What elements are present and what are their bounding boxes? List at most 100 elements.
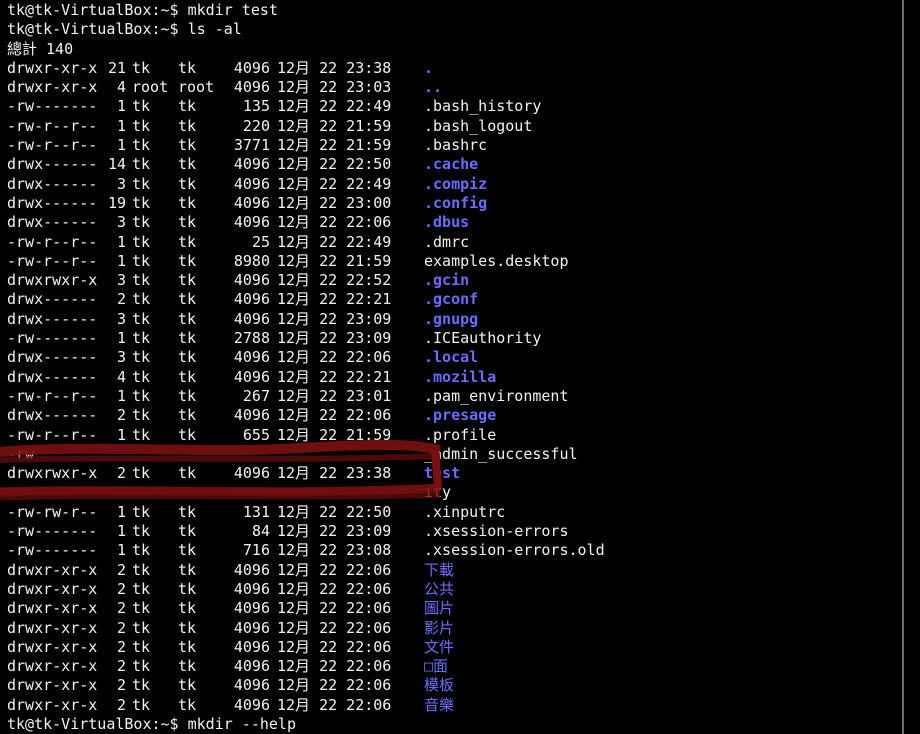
entry-size: 84 — [251, 522, 270, 541]
entry-group: tk — [178, 174, 197, 193]
entry-links: 1 — [116, 97, 126, 116]
entry-owner: tk — [132, 599, 151, 618]
listing-row: -rw-r--r-- 1 tk tk 3771 12月 22 21:59 .bashrc — [7, 136, 902, 155]
entry-date: 12月 22 22:06 — [277, 348, 392, 367]
entry-group: tk — [178, 348, 197, 367]
entry-group: tk — [178, 618, 197, 637]
listing-row: drwxr-xr-x 4 root root 4096 12月 22 23:03.. — [7, 78, 902, 97]
entry-name: 文件 — [424, 637, 455, 656]
command-line[interactable]: tk@tk-VirtualBox:~$ mkdir --help — [7, 715, 902, 734]
entry-owner: tk — [132, 541, 151, 560]
entry-date — [270, 483, 417, 502]
entry-links: 1 — [116, 502, 126, 521]
entry-owner: tk — [132, 213, 151, 232]
entry-links: 2 — [116, 560, 126, 579]
terminal-window[interactable]: tk@tk-VirtualBox:~$ mkdir test tk@tk-Vir… — [0, 0, 904, 734]
entry-perms: -rw------- — [7, 97, 98, 116]
entry-perms: drwx------ — [7, 406, 98, 425]
entry-group: tk — [178, 193, 197, 212]
command-text: mkdir test — [187, 1, 278, 19]
entry-date: 12月 22 22:06 — [277, 213, 392, 232]
entry-size: 655 — [242, 425, 270, 444]
listing-row: -rw------- 1 tk tk 84 12月 22 23:09 .xsession-e… — [7, 522, 902, 541]
entry-size: 4096 — [233, 78, 270, 97]
entry-perms: drwxr-xr-x — [7, 695, 98, 714]
entry-owner: tk — [132, 97, 151, 116]
entry-size: 4096 — [233, 155, 270, 174]
entry-name: .xinputrc — [424, 502, 506, 521]
entry-owner: tk — [132, 193, 151, 212]
entry-group: tk — [178, 290, 197, 309]
entry-links: 2 — [116, 637, 126, 656]
entry-size: 4096 — [233, 348, 270, 367]
entry-group: root — [178, 78, 215, 97]
entry-perms: drwxr-xr-x — [7, 560, 98, 579]
entry-owner: tk — [132, 348, 151, 367]
entry-size: 4096 — [233, 58, 270, 77]
entry-date: 12月 22 23:00 — [277, 193, 392, 212]
entry-name: .gnupg — [424, 309, 479, 328]
entry-perms: drwx------ — [7, 193, 98, 212]
entry-size — [224, 483, 270, 502]
entry-size: 4096 — [233, 657, 270, 676]
listing-row: drwx------ 3 tk tk 4096 12月 22 22:49 .compiz — [7, 175, 902, 194]
entry-size: 4096 — [233, 367, 270, 386]
entry-name: .gconf — [424, 290, 479, 309]
entry-group: tk — [178, 579, 197, 598]
entry-date: 12月 22 22:06 — [277, 657, 392, 676]
entry-links: 21 — [107, 58, 126, 77]
entry-name: .presage — [424, 406, 497, 425]
entry-group — [178, 445, 224, 464]
entry-links: 3 — [116, 213, 126, 232]
entry-date: 12月 22 22:06 — [277, 560, 392, 579]
entry-group: tk — [178, 695, 197, 714]
entry-owner: tk — [132, 579, 151, 598]
entry-owner — [126, 445, 178, 464]
entry-links: 4 — [116, 367, 126, 386]
listing-row: drwxr-xr-x 2 tk tk 4096 12月 22 22:06 圖片 — [7, 599, 902, 618]
prompt: tk@tk-VirtualBox:~$ — [7, 20, 179, 39]
entry-size: 4096 — [233, 599, 270, 618]
entry-name: . — [424, 58, 434, 77]
listing-row: -rw-r--r-- 1 tk tk 267 12月 22 23:01 .pam_envir… — [7, 387, 902, 406]
listing-row: drwxr-xr-x 21 tk tk 4096 12月 22 23:38. — [7, 59, 902, 78]
entry-perms: drwxr-xr-x — [7, 657, 98, 676]
listing-row: -rw _admin_successful — [7, 445, 902, 464]
entry-owner: tk — [132, 116, 151, 135]
entry-owner — [126, 483, 178, 502]
entry-owner: tk — [132, 329, 151, 348]
entry-size: 220 — [242, 116, 270, 135]
entry-links: 2 — [116, 676, 126, 695]
directory-listing: drwxr-xr-x 21 tk tk 4096 12月 22 23:38. drwxr-x… — [7, 59, 902, 715]
entry-name: _admin_successful — [424, 444, 578, 463]
listing-row: -rw-r--r-- 1 tk tk 655 12月 22 21:59 .profile — [7, 426, 902, 445]
entry-owner: tk — [132, 174, 151, 193]
entry-perms: drwxr-xr-x — [7, 599, 98, 618]
entry-group: tk — [178, 425, 197, 444]
entry-date: 12月 22 22:21 — [277, 367, 392, 386]
entry-size: 2788 — [233, 329, 270, 348]
entry-date: 12月 22 21:59 — [277, 425, 392, 444]
entry-group: tk — [178, 386, 197, 405]
command-text[interactable]: mkdir --help — [188, 715, 296, 734]
listing-row: drwx------ 2 tk tk 4096 12月 22 22:06 .presage — [7, 406, 902, 425]
entry-links: 1 — [116, 541, 126, 560]
entry-perms: drwxr-xr-x — [7, 58, 98, 77]
entry-perms: drwx------ — [7, 155, 98, 174]
entry-links: 1 — [116, 329, 126, 348]
entry-size: 4096 — [233, 695, 270, 714]
listing-row: drwx------ 3 tk tk 4096 12月 22 23:09 .gnupg — [7, 310, 902, 329]
entry-perms: drwx------ — [7, 348, 98, 367]
listing-row: drwxr-xr-x 2 tk tk 4096 12月 22 22:06 文件 — [7, 638, 902, 657]
entry-name: .ICEauthority — [424, 329, 542, 348]
entry-name: .gcin — [424, 271, 470, 290]
entry-perms: -rw-r--r-- — [7, 386, 98, 405]
entry-group: tk — [178, 97, 197, 116]
entry-perms: drwxrwxr-x — [7, 271, 98, 290]
entry-size: 4096 — [233, 309, 270, 328]
entry-owner: tk — [132, 367, 151, 386]
entry-links: 2 — [116, 579, 126, 598]
listing-row: -rw------- 1 tk tk 716 12月 22 23:08 .xsession-… — [7, 541, 902, 560]
entry-links: 1 — [116, 136, 126, 155]
entry-links: 2 — [116, 599, 126, 618]
